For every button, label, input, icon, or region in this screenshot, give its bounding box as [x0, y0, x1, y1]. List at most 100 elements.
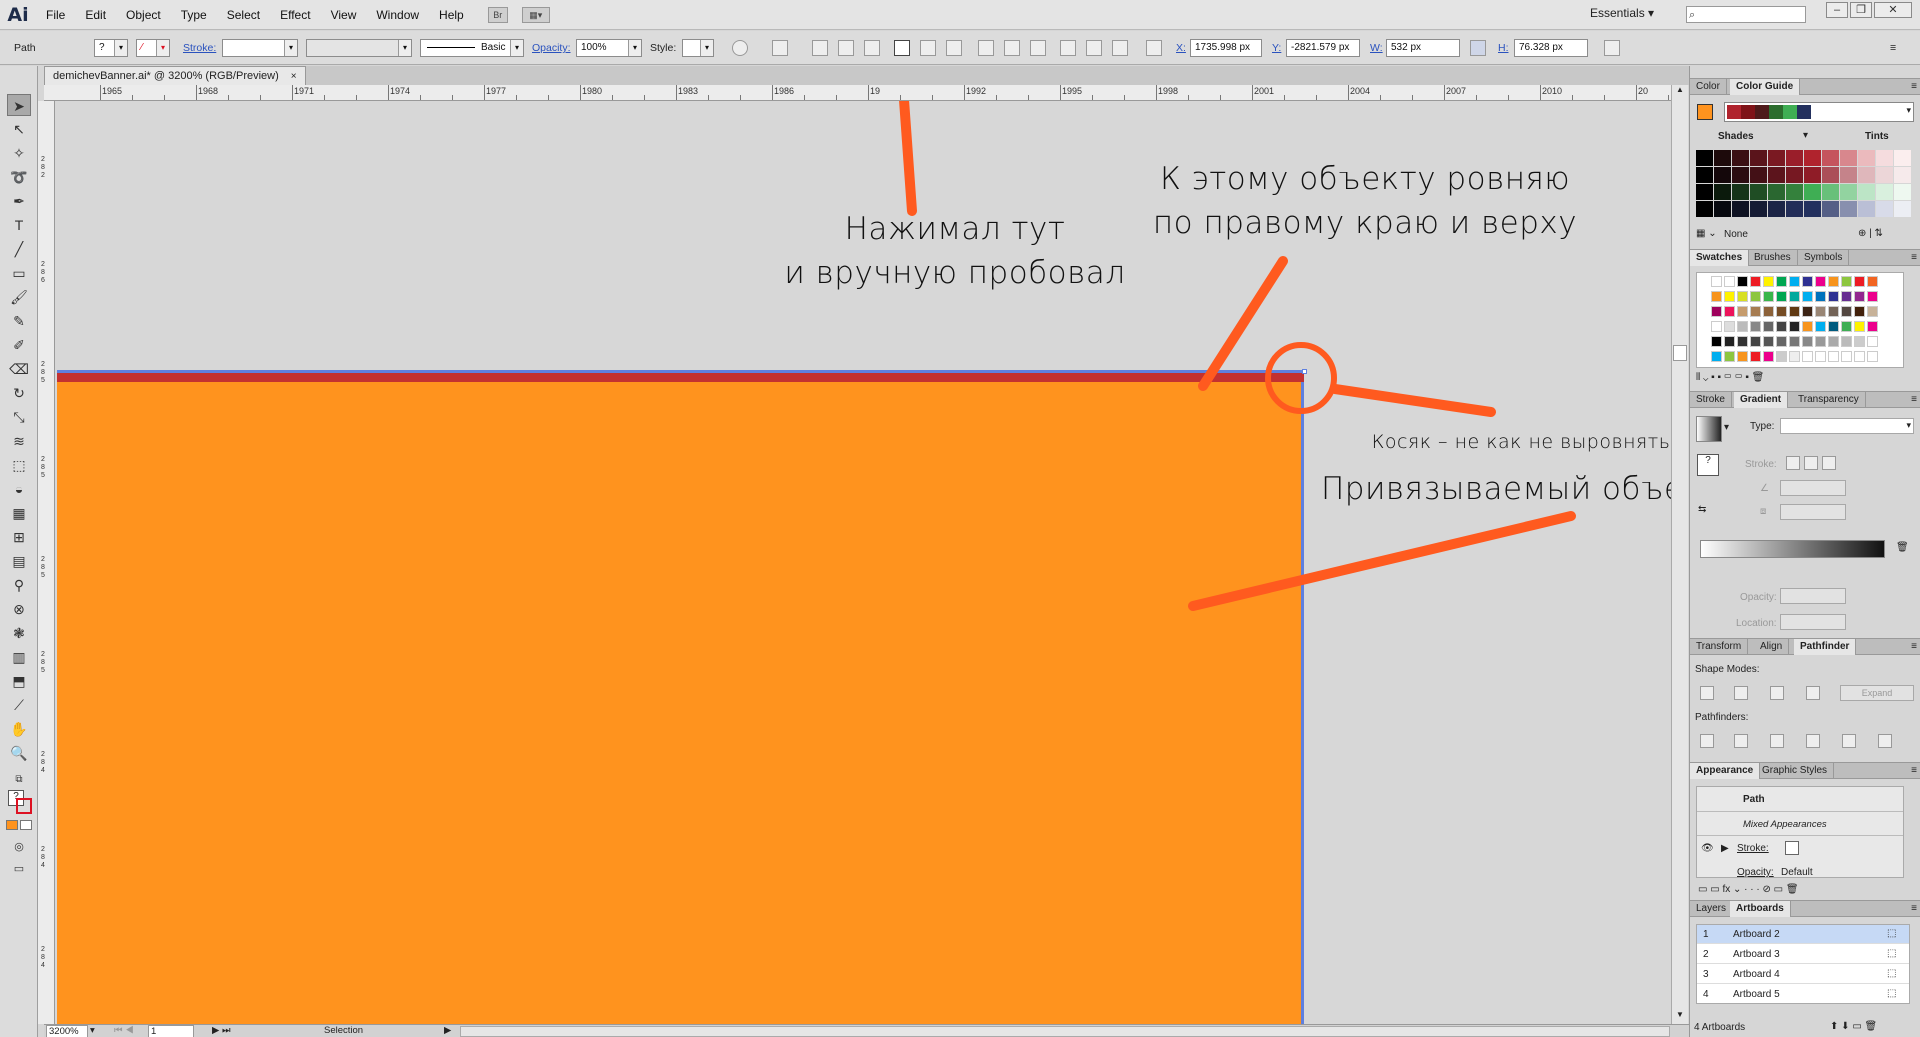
- swatch[interactable]: [1724, 291, 1735, 302]
- color-guide-swatch[interactable]: [1696, 201, 1713, 217]
- swatch[interactable]: [1711, 291, 1722, 302]
- color-guide-swatch[interactable]: [1876, 167, 1893, 183]
- gradient-preview[interactable]: [1696, 416, 1722, 442]
- minus-front-icon[interactable]: [1734, 686, 1748, 700]
- swatch[interactable]: [1815, 336, 1826, 347]
- minimize-icon[interactable]: –: [1826, 2, 1848, 18]
- swatch[interactable]: [1711, 336, 1722, 347]
- color-guide-swatch[interactable]: [1822, 150, 1839, 166]
- swatch[interactable]: [1789, 306, 1800, 317]
- artboard-row[interactable]: 1 Artboard 2 ⬚: [1697, 925, 1909, 944]
- tab-artboards[interactable]: Artboards: [1730, 901, 1791, 917]
- swatch[interactable]: [1815, 321, 1826, 332]
- menu-view[interactable]: View: [321, 0, 367, 30]
- color-guide-swatch[interactable]: [1696, 150, 1713, 166]
- brush-definition[interactable]: Basic ▾: [420, 39, 524, 57]
- color-guide-swatch[interactable]: [1876, 150, 1893, 166]
- swatch[interactable]: [1802, 351, 1813, 362]
- align-vertical-center-icon[interactable]: [920, 40, 936, 56]
- swatch[interactable]: [1750, 306, 1761, 317]
- w-label[interactable]: W:: [1370, 39, 1383, 57]
- gradient-type-dropdown[interactable]: ▾: [1780, 418, 1914, 434]
- color-guide-swatch[interactable]: [1732, 167, 1749, 183]
- tab-swatches[interactable]: Swatches: [1690, 250, 1750, 266]
- distribute-bottom-icon[interactable]: [1030, 40, 1046, 56]
- gradient-mode-icon[interactable]: [20, 820, 32, 830]
- swatch[interactable]: [1763, 306, 1774, 317]
- distribute-horizontal-center-icon[interactable]: [1086, 40, 1102, 56]
- color-guide-swatch[interactable]: [1714, 150, 1731, 166]
- swatch[interactable]: [1854, 276, 1865, 287]
- color-guide-swatch[interactable]: [1894, 167, 1911, 183]
- artboard-canvas[interactable]: Нажимал тут и вручную пробовал К этому о…: [55, 101, 1671, 1024]
- color-guide-swatch[interactable]: [1696, 167, 1713, 183]
- color-mode-icon[interactable]: [6, 820, 18, 830]
- trim-icon[interactable]: [1734, 734, 1748, 748]
- color-guide-swatch[interactable]: [1840, 201, 1857, 217]
- menu-file[interactable]: File: [36, 0, 75, 30]
- screen-mode-icon[interactable]: ▭: [7, 858, 31, 880]
- selection-tool-icon[interactable]: ➤: [7, 94, 31, 116]
- rotate-tool-icon[interactable]: ↻: [7, 382, 31, 404]
- align-right-icon[interactable]: [864, 40, 880, 56]
- base-color-swatch[interactable]: [1697, 104, 1713, 120]
- swatch[interactable]: [1828, 321, 1839, 332]
- bridge-button[interactable]: Br: [487, 6, 508, 23]
- swatch[interactable]: [1828, 306, 1839, 317]
- y-label[interactable]: Y:: [1272, 39, 1281, 57]
- swatch[interactable]: [1841, 321, 1852, 332]
- search-input[interactable]: ⌕: [1686, 6, 1806, 23]
- swatch[interactable]: [1711, 306, 1722, 317]
- h-label[interactable]: H:: [1498, 39, 1509, 57]
- align-left-icon[interactable]: [812, 40, 828, 56]
- menu-object[interactable]: Object: [116, 0, 171, 30]
- color-guide-swatch[interactable]: [1768, 150, 1785, 166]
- variable-width-profile[interactable]: ▾: [306, 39, 412, 57]
- artboard-options-icon[interactable]: ⬚: [1887, 988, 1896, 999]
- swatch[interactable]: [1802, 276, 1813, 287]
- eyedropper-tool-icon[interactable]: ⚲: [7, 574, 31, 596]
- gradient-location-field[interactable]: [1780, 614, 1846, 630]
- color-guide-swatch[interactable]: [1876, 184, 1893, 200]
- horizontal-ruler[interactable]: 1965 1968 1971 1974 1977 1980 1983 1986 19 1992 19…: [44, 85, 1671, 101]
- h-field[interactable]: 76.328 px: [1514, 39, 1588, 57]
- zoom-dropdown-icon[interactable]: ▾: [90, 1025, 95, 1037]
- swatch[interactable]: [1763, 291, 1774, 302]
- gradient-tool-icon[interactable]: ▤: [7, 550, 31, 572]
- color-guide-swatch[interactable]: [1750, 201, 1767, 217]
- delete-stop-icon[interactable]: 🗑: [1896, 542, 1909, 553]
- swatch[interactable]: [1763, 321, 1774, 332]
- harmony-rules-dropdown[interactable]: ▾: [1724, 102, 1914, 122]
- swatch[interactable]: [1815, 291, 1826, 302]
- color-guide-swatch[interactable]: [1858, 201, 1875, 217]
- magic-wand-tool-icon[interactable]: ✧: [7, 142, 31, 164]
- close-tab-icon[interactable]: ×: [291, 71, 297, 82]
- tab-align[interactable]: Align: [1754, 639, 1790, 655]
- visibility-eye-icon[interactable]: 👁: [1701, 843, 1714, 854]
- swatch[interactable]: [1711, 276, 1722, 287]
- menu-window[interactable]: Window: [366, 0, 429, 30]
- color-guide-swatch[interactable]: [1804, 150, 1821, 166]
- first-artboard-icon[interactable]: ⏮ ◀: [114, 1025, 134, 1037]
- document-tab[interactable]: demichevBanner.ai* @ 3200% (RGB/Preview)…: [44, 66, 306, 85]
- swatch[interactable]: [1867, 336, 1878, 347]
- color-guide-swatch[interactable]: [1858, 184, 1875, 200]
- color-guide-swatch[interactable]: [1822, 201, 1839, 217]
- tab-symbols[interactable]: Symbols: [1798, 250, 1850, 266]
- swatch[interactable]: [1802, 291, 1813, 302]
- color-guide-swatch[interactable]: [1840, 167, 1857, 183]
- swatch[interactable]: [1815, 276, 1826, 287]
- scale-tool-icon[interactable]: ⤡: [7, 406, 31, 428]
- blend-tool-icon[interactable]: ⊗: [7, 598, 31, 620]
- swatch[interactable]: [1750, 336, 1761, 347]
- swatch[interactable]: [1724, 306, 1735, 317]
- x-field[interactable]: 1735.998 px: [1190, 39, 1262, 57]
- constrain-proportions-icon[interactable]: [1470, 40, 1486, 56]
- fill-swatch[interactable]: ? ▾: [94, 39, 128, 57]
- swatch[interactable]: [1802, 321, 1813, 332]
- expand-stroke-icon[interactable]: ▶: [1721, 843, 1729, 854]
- direct-selection-tool-icon[interactable]: ↖: [7, 118, 31, 140]
- tab-layers[interactable]: Layers: [1690, 901, 1734, 917]
- color-guide-swatch[interactable]: [1786, 184, 1803, 200]
- swatch[interactable]: [1867, 276, 1878, 287]
